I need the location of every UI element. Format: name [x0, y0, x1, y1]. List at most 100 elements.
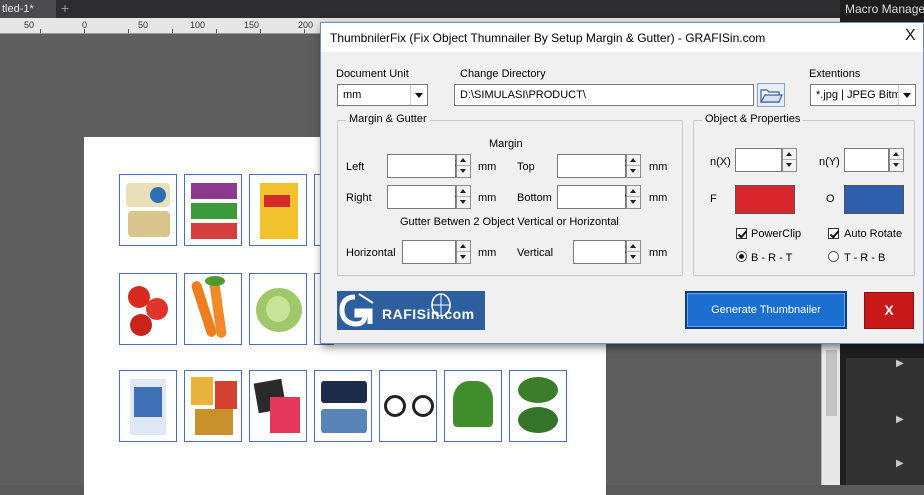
change-directory-label: Change Directory [460, 68, 546, 80]
spin-up-icon[interactable] [783, 149, 796, 160]
add-tab-icon[interactable]: + [58, 0, 72, 18]
top-margin-label: Top [517, 161, 535, 173]
outline-color-swatch[interactable] [844, 185, 904, 214]
order-brt-radio[interactable] [736, 251, 747, 262]
spin-down-icon[interactable] [627, 197, 640, 208]
top-margin-stepper[interactable] [557, 154, 641, 178]
dialog-title: ThumbnilerFix (Fix Object Thumnailer By … [330, 31, 766, 45]
ny-stepper[interactable] [844, 148, 904, 172]
spin-up-icon[interactable] [627, 241, 640, 252]
triangle-right-icon[interactable]: ▶ [896, 414, 904, 425]
docker-panel[interactable]: ▶ ▶ ▶ [846, 358, 924, 485]
auto-rotate-label: Auto Rotate [844, 228, 903, 240]
vertical-gutter-unit: mm [649, 247, 668, 259]
fill-label: F [710, 193, 717, 205]
spin-down-icon[interactable] [627, 166, 640, 177]
gutter-heading: Gutter Betwen 2 Object Vertical or Horiz… [400, 216, 619, 228]
directory-field[interactable] [454, 84, 754, 106]
margin-gutter-group: Margin & Gutter Margin Left mm Top mm Ri… [337, 113, 683, 276]
thumbnail-spinach[interactable] [444, 370, 502, 442]
ruler-label: 100 [190, 20, 206, 30]
spin-up-icon[interactable] [457, 155, 470, 166]
bottom-margin-stepper[interactable] [557, 185, 641, 209]
thumbnail-milk-box[interactable] [249, 174, 307, 246]
outline-label: O [826, 193, 835, 205]
dialog-titlebar[interactable]: ThumbnilerFix (Fix Object Thumnailer By … [321, 23, 923, 52]
browse-folder-button[interactable] [757, 83, 785, 107]
powerclip-label: PowerClip [751, 228, 802, 240]
right-margin-stepper[interactable] [387, 185, 471, 209]
thumbnail-flour-pack[interactable] [119, 370, 177, 442]
vertical-gutter-label: Vertical [517, 247, 554, 259]
ruler-label: 50 [24, 20, 35, 30]
ruler-label: 50 [138, 20, 149, 30]
order-trb-label: T - R - B [844, 252, 886, 264]
docker-title[interactable]: Macro Manage [840, 0, 924, 18]
spin-down-icon[interactable] [457, 252, 470, 263]
folder-open-icon [759, 89, 783, 103]
thumbnail-tablet[interactable] [249, 370, 307, 442]
document-unit-select[interactable]: mm [337, 84, 428, 106]
chevron-down-icon[interactable] [898, 85, 915, 105]
document-unit-value: mm [343, 89, 362, 101]
exit-button[interactable]: X [864, 292, 914, 329]
triangle-right-icon[interactable]: ▶ [896, 358, 904, 369]
spin-down-icon[interactable] [457, 166, 470, 177]
left-margin-stepper[interactable] [387, 154, 471, 178]
spin-down-icon[interactable] [627, 252, 640, 263]
thumbnail-formula-tins[interactable] [119, 174, 177, 246]
scrollbar-thumb[interactable] [826, 350, 837, 416]
thumbnail-tomatoes[interactable] [119, 273, 177, 345]
thumbnail-sweet-cans[interactable] [184, 174, 242, 246]
thumbnail-carrots[interactable] [184, 273, 242, 345]
thumbnail-snack-packs[interactable] [184, 370, 242, 442]
vertical-scrollbar[interactable] [821, 340, 840, 485]
directory-input[interactable] [460, 89, 740, 101]
fill-color-swatch[interactable] [735, 185, 795, 214]
chevron-down-icon[interactable] [410, 85, 427, 105]
horizontal-gutter-stepper[interactable] [402, 240, 471, 264]
vertical-gutter-stepper[interactable] [573, 240, 641, 264]
thumbnail-phones[interactable] [314, 370, 372, 442]
spin-down-icon[interactable] [457, 197, 470, 208]
order-brt-label: B - R - T [751, 252, 793, 264]
extensions-label: Extentions [809, 68, 861, 80]
document-tab[interactable]: tled-1* [0, 0, 56, 18]
grafisin-logo[interactable]: RAFISin.com [337, 291, 485, 330]
left-margin-label: Left [346, 161, 365, 173]
triangle-right-icon[interactable]: ▶ [896, 458, 904, 469]
spin-down-icon[interactable] [890, 160, 903, 171]
thumbnail-bicycle[interactable] [379, 370, 437, 442]
spin-up-icon[interactable] [457, 241, 470, 252]
spin-up-icon[interactable] [457, 186, 470, 197]
powerclip-checkbox[interactable] [736, 228, 747, 239]
bottom-margin-label: Bottom [517, 192, 552, 204]
thumbnailer-dialog: ThumbnilerFix (Fix Object Thumnailer By … [320, 22, 924, 344]
bottom-margin-unit: mm [649, 192, 668, 204]
right-margin-unit: mm [478, 192, 497, 204]
extensions-select[interactable]: *.jpg | JPEG Bitm [810, 84, 916, 106]
spin-up-icon[interactable] [627, 155, 640, 166]
spin-down-icon[interactable] [783, 160, 796, 171]
object-properties-group: Object & Properties n(X) n(Y) F O PowerC… [693, 113, 915, 276]
thumbnail-broccoli[interactable] [509, 370, 567, 442]
horizontal-gutter-unit: mm [478, 247, 497, 259]
margin-gutter-title: Margin & Gutter [346, 113, 430, 125]
extensions-value: *.jpg | JPEG Bitm [816, 89, 900, 101]
spin-up-icon[interactable] [627, 186, 640, 197]
left-margin-unit: mm [478, 161, 497, 173]
thumbnail-cabbage[interactable] [249, 273, 307, 345]
nx-label: n(X) [710, 156, 731, 168]
generate-thumbnailer-button[interactable]: Generate Thumbnailer [685, 291, 847, 329]
ruler-label: 150 [244, 20, 260, 30]
nx-stepper[interactable] [735, 148, 797, 172]
spin-up-icon[interactable] [890, 149, 903, 160]
auto-rotate-checkbox[interactable] [828, 228, 839, 239]
top-margin-unit: mm [649, 161, 668, 173]
order-trb-radio[interactable] [828, 251, 839, 262]
document-unit-label: Document Unit [336, 68, 409, 80]
ny-label: n(Y) [819, 156, 840, 168]
right-margin-label: Right [346, 192, 372, 204]
close-icon[interactable]: X [905, 27, 916, 45]
ruler-label: 200 [298, 20, 314, 30]
